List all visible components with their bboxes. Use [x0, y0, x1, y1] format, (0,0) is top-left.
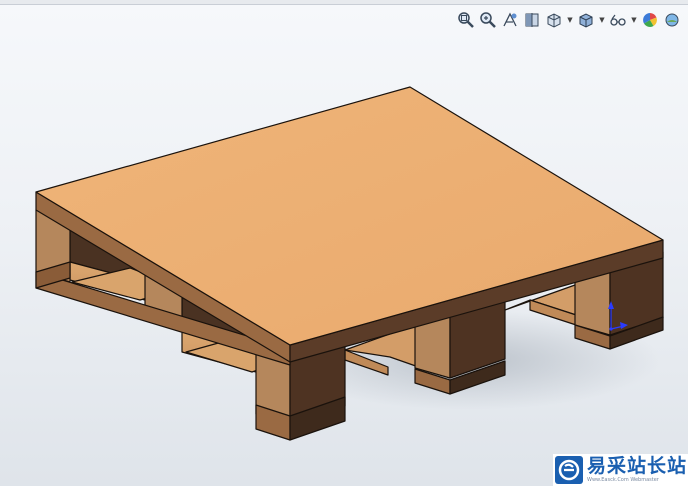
watermark-logo: [555, 456, 583, 484]
graphics-area[interactable]: ▼ ▼ ▼ 易采站长站 Www.Easck.Com Webmaster: [0, 0, 688, 486]
watermark: 易采站长站 Www.Easck.Com Webmaster: [553, 454, 688, 486]
watermark-subtitle: Www.Easck.Com Webmaster: [587, 477, 659, 483]
watermark-title: 易采站长站: [587, 455, 688, 477]
pallet-model[interactable]: [0, 0, 688, 486]
